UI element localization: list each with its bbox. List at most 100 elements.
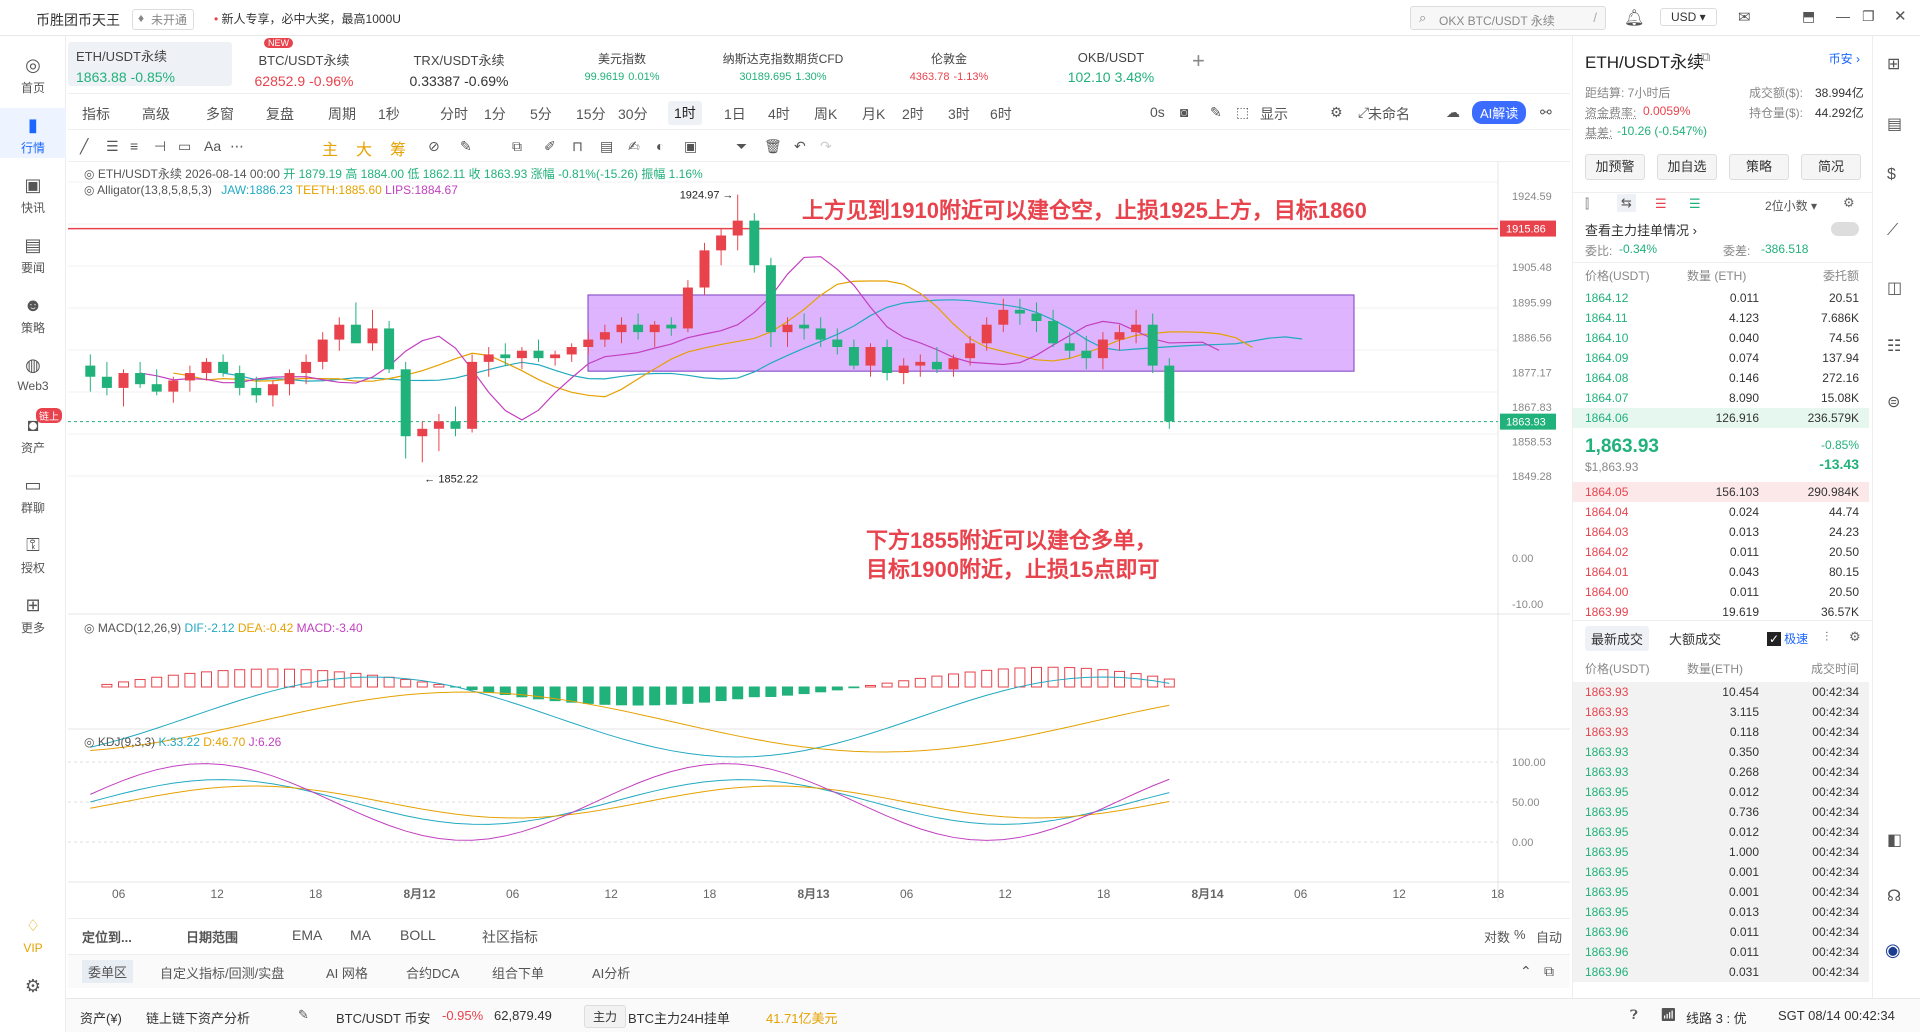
sidebar-item-1[interactable]: ▮ 行情 <box>0 108 66 158</box>
layout-icon[interactable]: ⬚ <box>1236 104 1249 121</box>
bid-row[interactable]: 1864.01 0.043 80.15 <box>1573 562 1869 582</box>
ask-row[interactable]: 1864.07 8.090 15.08K <box>1573 388 1869 408</box>
list-icon[interactable]: ☷ <box>1887 336 1901 356</box>
ticker-tab-1[interactable]: BTC/USDT永续 62852.9 -0.96% NEW <box>234 38 374 90</box>
tab-latest-trades[interactable]: 最新成交 <box>1585 626 1650 651</box>
timeframe-14[interactable]: 周K <box>814 104 837 124</box>
panel-tab-0[interactable]: 委单区 <box>82 960 134 983</box>
ray-tool-icon[interactable]: ⊣ <box>154 138 166 155</box>
timeframe-5[interactable]: 1秒 <box>378 104 400 124</box>
collapse-icon[interactable]: ⌃ <box>1520 963 1532 980</box>
big-orders-toggle[interactable] <box>1831 222 1859 236</box>
ticker-tab-4[interactable]: 纳斯达克指数期货CFD 30189.695 1.30% <box>708 46 858 90</box>
bid-row[interactable]: 1864.03 0.013 24.23 <box>1573 522 1869 542</box>
panel-icon[interactable]: ◧ <box>1887 830 1902 850</box>
locate-button[interactable]: 定位到... <box>82 927 132 946</box>
robot-icon[interactable]: ◉ <box>1885 940 1901 961</box>
timeframe-7[interactable]: 1分 <box>484 104 506 124</box>
panel-button-3[interactable]: 简况 <box>1801 154 1861 180</box>
brush-icon[interactable]: ✎ <box>460 138 472 155</box>
big-orders-link[interactable]: 查看主力挂单情况 › <box>1585 220 1697 239</box>
text-tool-icon[interactable]: Aa <box>204 138 221 154</box>
sidebar-item-5[interactable]: ◍ Web3 <box>0 348 66 398</box>
tab-large-trades[interactable]: 大额成交 <box>1669 629 1721 648</box>
parallel-tool-icon[interactable]: ≡ <box>130 138 138 154</box>
log-scale-button[interactable]: 对数 <box>1484 927 1510 946</box>
timeframe-17[interactable]: 3时 <box>948 104 970 124</box>
ticker-tab-5[interactable]: 伦敦金 4363.78 -1.13% <box>874 46 1024 90</box>
ticker-tab-3[interactable]: 美元指数 99.9619 0.01% <box>552 46 692 90</box>
timeframe-8[interactable]: 5分 <box>530 104 552 124</box>
eye-icon[interactable]: ◎ <box>84 621 98 635</box>
settings-icon[interactable]: ⚙ <box>1849 629 1861 645</box>
percent-button[interactable]: % <box>1514 927 1526 942</box>
panel-tab-4[interactable]: 组合下单 <box>492 963 544 982</box>
ask-row[interactable]: 1864.11 4.123 7.686K <box>1573 308 1869 328</box>
vip-button[interactable]: ♢ VIP <box>0 916 66 956</box>
ask-row[interactable]: 1864.06 126.916 236.579K <box>1573 408 1869 428</box>
eye-icon[interactable]: ◎ <box>84 183 97 197</box>
camera-icon[interactable]: ◙ <box>1180 104 1188 120</box>
trades-col-header[interactable]: 成交时间 <box>1811 660 1859 677</box>
bid-row[interactable]: 1864.00 0.011 20.50 <box>1573 582 1869 602</box>
orderbook-col-header[interactable]: 委托额 <box>1823 267 1859 284</box>
promo-link[interactable]: • 新人专享，必中大奖，最高1000U <box>214 10 401 27</box>
lock-icon[interactable]: ⊓ <box>572 138 583 155</box>
redo-icon[interactable]: ↷ <box>820 138 832 155</box>
trades-col-header[interactable]: 价格(USDT) <box>1585 660 1650 677</box>
maximize-icon[interactable]: ❐ <box>1862 8 1875 25</box>
ticker-tab-2[interactable]: TRX/USDT永续 0.33387 -0.69% <box>384 46 534 90</box>
chart-icon[interactable]: ◫ <box>1887 278 1902 298</box>
bid-row[interactable]: 1864.05 156.103 290.984K <box>1573 482 1869 502</box>
filter-icon[interactable]: ⫶ <box>1825 629 1828 645</box>
trades-col-header[interactable]: 数量(ETH) <box>1687 660 1743 677</box>
ticker-tab-6[interactable]: OKB/USDT 102.10 3.48% <box>1036 46 1186 90</box>
eye-icon[interactable]: ◎ <box>84 167 98 181</box>
ticker-tab-0[interactable]: ETH/USDT永续 1863.88 -0.85% <box>68 42 232 86</box>
exchange-link[interactable]: 币安 › <box>1829 50 1860 67</box>
edit-icon[interactable]: ✎ <box>298 1007 309 1023</box>
note-icon[interactable]: ▤ <box>600 138 613 155</box>
timeframe-18[interactable]: 6时 <box>990 104 1012 124</box>
orderbook-split-icon[interactable]: ⇆ <box>1617 194 1636 212</box>
more-tools-icon[interactable]: ⋯ <box>230 138 244 155</box>
trend-icon[interactable]: ⟋ <box>1887 222 1898 240</box>
ask-row[interactable]: 1864.12 0.011 20.51 <box>1573 288 1869 308</box>
line-tool-icon[interactable]: ╱ <box>80 138 88 155</box>
headset-icon[interactable]: ☊ <box>1887 886 1901 906</box>
search-input[interactable]: ⌕ OKX BTC/USDT 永续 / <box>1410 6 1606 30</box>
copy-icon[interactable]: ⧉ <box>512 138 522 155</box>
orderbook-col-header[interactable]: 价格(USDT) <box>1585 267 1650 284</box>
sidebar-item-2[interactable]: ▣ 快讯 <box>0 168 66 218</box>
ask-row[interactable]: 1864.09 0.074 137.94 <box>1573 348 1869 368</box>
timeframe-6[interactable]: 分时 <box>440 104 468 124</box>
main-toggle[interactable]: 主 <box>322 136 338 160</box>
timeframe-16[interactable]: 2时 <box>902 104 924 124</box>
popout-icon[interactable]: ⧉ <box>1544 963 1554 980</box>
ema-toggle[interactable]: EMA <box>292 927 322 943</box>
calc-icon[interactable]: ⊜ <box>1887 392 1900 412</box>
copy-icon[interactable]: ⧉ <box>1701 49 1710 65</box>
trash-icon[interactable]: 🗑︎ <box>764 138 782 155</box>
orderbook-col-header[interactable]: 数量 (ETH) <box>1687 267 1746 284</box>
help-icon[interactable]: ❓︎ <box>1630 1007 1638 1023</box>
asset-label[interactable]: 资产(¥) <box>80 1008 122 1027</box>
bell-icon[interactable]: 🔔︎ <box>1624 8 1644 28</box>
panel-button-0[interactable]: 加预警 <box>1585 154 1645 180</box>
timeframe-0[interactable]: 指标 <box>82 104 110 124</box>
community-indicators[interactable]: 社区指标 <box>482 927 538 947</box>
pencil-icon[interactable]: ✐ <box>544 138 556 155</box>
cloud-icon[interactable]: ☁ <box>1446 104 1460 121</box>
fast-mode-checkbox[interactable]: ✓ 极速 <box>1767 630 1808 647</box>
panel-tab-2[interactable]: AI 网格 <box>326 963 368 982</box>
ask-row[interactable]: 1864.10 0.040 74.56 <box>1573 328 1869 348</box>
timeframe-11[interactable]: 1时 <box>668 101 702 125</box>
fullscreen-icon[interactable]: ⤢ <box>1358 104 1369 121</box>
timeframe-10[interactable]: 30分 <box>618 104 648 124</box>
sidebar-item-9[interactable]: ⊞ 更多 <box>0 588 66 638</box>
panel-tab-3[interactable]: 合约DCA <box>406 963 459 982</box>
sidebar-item-8[interactable]: ⚿ 授权 <box>0 528 66 578</box>
currency-select[interactable]: USD ▾ <box>1660 8 1717 26</box>
sidebar-item-7[interactable]: ▭ 群聊 <box>0 468 66 518</box>
magnet-icon[interactable]: ⊘ <box>428 138 440 155</box>
